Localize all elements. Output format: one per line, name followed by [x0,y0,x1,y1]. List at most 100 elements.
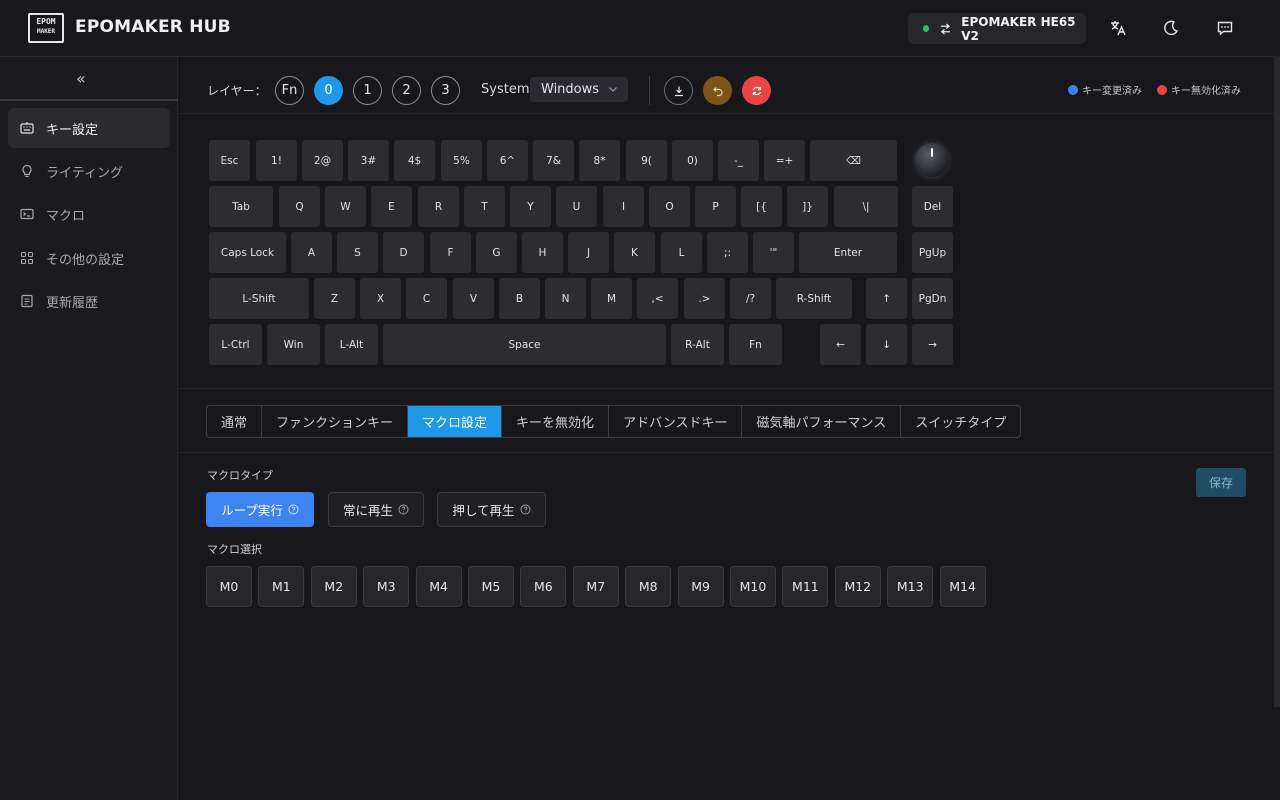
key-4-0[interactable]: L-Ctrl [209,324,262,365]
feedback-icon[interactable] [1216,19,1234,37]
macro-type-press-button[interactable]: 押して再生 [437,492,546,527]
macro-slot-m3[interactable]: M3 [363,566,410,607]
layer-3-button[interactable]: 3 [431,76,460,105]
key-0-1[interactable]: 1! [256,140,297,181]
key-3-5[interactable]: B [499,278,540,319]
key-3-9[interactable]: .> [684,278,725,319]
key-1-0[interactable]: Tab [209,186,273,227]
key-1-13[interactable]: \| [834,186,898,227]
key-2-5[interactable]: G [476,232,517,273]
macro-slot-m8[interactable]: M8 [625,566,672,607]
key-3-12[interactable]: ↑ [866,278,907,319]
key-4-1[interactable]: Win [267,324,320,365]
key-3-11[interactable]: R-Shift [776,278,852,319]
key-1-12[interactable]: ]} [787,186,828,227]
layer-1-button[interactable]: 1 [353,76,382,105]
sidebar-item-key-settings[interactable]: キー設定 [8,108,170,148]
key-3-13[interactable]: PgDn [912,278,953,319]
macro-slot-m11[interactable]: M11 [782,566,829,607]
macro-slot-m1[interactable]: M1 [258,566,305,607]
layer-fn-button[interactable]: Fn [275,76,304,105]
key-1-14[interactable]: Del [912,186,953,227]
sidebar-item-changelog[interactable]: 更新履歴 [8,281,170,321]
key-2-6[interactable]: H [522,232,563,273]
key-3-7[interactable]: M [591,278,632,319]
key-0-11[interactable]: -_ [718,140,759,181]
key-1-10[interactable]: P [695,186,736,227]
volume-knob[interactable] [915,143,949,177]
tab-function-keys[interactable]: ファンクションキー [262,406,409,437]
layer-2-button[interactable]: 2 [392,76,421,105]
key-1-9[interactable]: O [649,186,690,227]
key-2-7[interactable]: J [568,232,609,273]
key-1-1[interactable]: Q [279,186,320,227]
key-2-2[interactable]: S [337,232,378,273]
key-0-7[interactable]: 7& [533,140,574,181]
dark-mode-icon[interactable] [1162,19,1180,37]
reset-button[interactable] [742,76,771,105]
translate-icon[interactable] [1109,19,1127,37]
key-0-8[interactable]: 8* [579,140,620,181]
tab-normal[interactable]: 通常 [207,406,263,437]
macro-slot-m9[interactable]: M9 [677,566,724,607]
key-1-2[interactable]: W [325,186,366,227]
macro-slot-m13[interactable]: M13 [887,566,934,607]
key-1-6[interactable]: Y [510,186,551,227]
macro-slot-m14[interactable]: M14 [939,566,986,607]
key-0-13[interactable]: ⌫ [810,140,897,181]
key-0-6[interactable]: 6^ [487,140,528,181]
tab-advanced-keys[interactable]: アドバンスドキー [609,406,743,437]
key-4-8[interactable]: → [912,324,953,365]
key-3-10[interactable]: /? [730,278,771,319]
system-select[interactable]: Windows [530,77,628,102]
macro-slot-m4[interactable]: M4 [415,566,462,607]
export-button[interactable] [664,76,693,105]
key-1-4[interactable]: R [418,186,459,227]
sidebar-item-lighting[interactable]: ライティング [8,151,170,191]
macro-type-always-button[interactable]: 常に再生 [328,492,424,527]
key-3-1[interactable]: Z [314,278,355,319]
key-3-3[interactable]: C [406,278,447,319]
key-4-3[interactable]: Space [383,324,666,365]
key-2-9[interactable]: L [661,232,702,273]
tab-magnetic-performance[interactable]: 磁気軸パフォーマンス [742,406,902,437]
page-scrollbar[interactable] [1274,57,1280,707]
key-2-12[interactable]: Enter [799,232,897,273]
tab-disable-key[interactable]: キーを無効化 [502,406,610,437]
key-4-7[interactable]: ↓ [866,324,907,365]
key-1-3[interactable]: E [371,186,412,227]
key-2-3[interactable]: D [383,232,424,273]
tab-switch-type[interactable]: スイッチタイプ [901,406,1020,437]
key-2-10[interactable]: ;: [707,232,748,273]
layer-0-button[interactable]: 0 [314,76,343,105]
key-4-5[interactable]: Fn [729,324,782,365]
key-1-5[interactable]: T [464,186,505,227]
save-button[interactable]: 保存 [1196,468,1246,497]
key-2-8[interactable]: K [614,232,655,273]
macro-slot-m12[interactable]: M12 [834,566,881,607]
key-0-3[interactable]: 3# [348,140,389,181]
macro-slot-m5[interactable]: M5 [468,566,514,607]
key-0-10[interactable]: 0) [672,140,713,181]
key-4-4[interactable]: R-Alt [671,324,724,365]
macro-type-loop-button[interactable]: ループ実行 [206,492,314,527]
sidebar-item-other-settings[interactable]: その他の設定 [8,238,170,278]
macro-slot-m7[interactable]: M7 [572,566,619,607]
collapse-sidebar-icon[interactable]: « [76,69,86,88]
key-2-1[interactable]: A [291,232,332,273]
key-3-2[interactable]: X [360,278,401,319]
key-4-6[interactable]: ← [820,324,861,365]
macro-slot-m6[interactable]: M6 [520,566,567,607]
key-3-6[interactable]: N [545,278,586,319]
macro-slot-m2[interactable]: M2 [310,566,357,607]
key-2-13[interactable]: PgUp [912,232,953,273]
key-4-2[interactable]: L-Alt [325,324,378,365]
key-3-0[interactable]: L-Shift [209,278,309,319]
key-2-4[interactable]: F [430,232,471,273]
key-0-4[interactable]: 4$ [394,140,435,181]
key-0-12[interactable]: =+ [764,140,805,181]
key-0-9[interactable]: 9( [626,140,667,181]
key-1-8[interactable]: I [603,186,644,227]
key-0-2[interactable]: 2@ [302,140,343,181]
key-2-11[interactable]: '" [753,232,794,273]
